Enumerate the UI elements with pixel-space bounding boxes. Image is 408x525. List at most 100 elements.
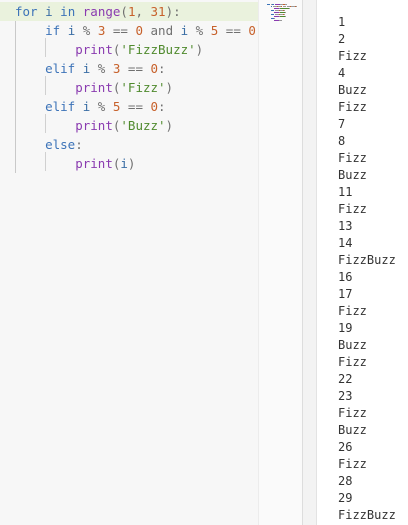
minimap-token bbox=[284, 14, 286, 15]
code-token: ) bbox=[195, 42, 204, 57]
code-token: % bbox=[90, 99, 113, 114]
output-line: Fizz bbox=[338, 100, 367, 114]
minimap-token bbox=[285, 12, 286, 13]
code-token: if bbox=[45, 23, 61, 38]
output-line: Buzz bbox=[338, 168, 367, 182]
code-token: == bbox=[105, 23, 136, 38]
code-token: print bbox=[75, 156, 113, 171]
output-line: 11 bbox=[338, 185, 353, 199]
code-line[interactable]: else: bbox=[0, 135, 83, 154]
output-line: 23 bbox=[338, 389, 353, 403]
code-token: 0 bbox=[150, 99, 159, 114]
code-token: in bbox=[60, 4, 76, 19]
output-line: Fizz bbox=[338, 406, 367, 420]
output-line: 2 bbox=[338, 32, 346, 46]
code-token: ( bbox=[120, 4, 128, 19]
code-token: 'FizzBuzz' bbox=[120, 42, 196, 57]
output-line: 4 bbox=[338, 66, 346, 80]
code-token: print bbox=[75, 80, 113, 95]
minimap-token bbox=[288, 8, 290, 9]
code-token: == bbox=[120, 61, 151, 76]
output-line: Fizz bbox=[338, 202, 367, 216]
code-line[interactable]: print('Buzz') bbox=[0, 116, 173, 135]
output-line: 19 bbox=[338, 321, 353, 335]
output-line: FizzBuzz bbox=[338, 253, 396, 267]
minimap-token bbox=[285, 4, 287, 5]
output-line: 17 bbox=[338, 287, 353, 301]
code-token: : bbox=[158, 99, 166, 114]
code-line[interactable]: elif i % 3 == 0: bbox=[0, 59, 166, 78]
code-token: % bbox=[75, 23, 98, 38]
output-line: 7 bbox=[338, 117, 346, 131]
minimap-token bbox=[267, 4, 270, 5]
code-token: print bbox=[75, 118, 113, 133]
output-line: Fizz bbox=[338, 49, 367, 63]
code-token: ) bbox=[127, 156, 136, 171]
output-line: Fizz bbox=[338, 457, 367, 471]
code-token: ) bbox=[165, 80, 174, 95]
code-token: : bbox=[158, 61, 166, 76]
output-list: 1 2 Fizz 4 Buzz Fizz 7 8 Fizz Buzz 11 Fizz 13 14 FizzB… bbox=[338, 14, 396, 524]
minimap-token bbox=[295, 6, 297, 7]
minimap-token bbox=[270, 14, 275, 15]
code-token: 31 bbox=[150, 4, 166, 19]
output-panel[interactable]: 1 2 Fizz 4 Buzz Fizz 7 8 Fizz Buzz 11 Fizz 13 14 FizzB… bbox=[316, 0, 408, 525]
editor-scrollbar[interactable] bbox=[302, 0, 317, 525]
code-token: 0 bbox=[150, 61, 159, 76]
output-line: 1 bbox=[338, 15, 346, 29]
code-token: and bbox=[150, 23, 174, 38]
code-line[interactable]: elif i % 5 == 0: bbox=[0, 97, 166, 116]
code-line[interactable]: print('Fizz') bbox=[0, 78, 173, 97]
code-token: 0 bbox=[248, 23, 256, 38]
output-line: 28 bbox=[338, 474, 353, 488]
code-token: 'Fizz' bbox=[120, 80, 166, 95]
minimap-token bbox=[283, 6, 286, 7]
minimap-token bbox=[270, 10, 275, 11]
code-token: elif bbox=[45, 99, 76, 114]
output-line: 22 bbox=[338, 372, 353, 386]
code-token: range bbox=[82, 4, 121, 19]
minimap-token bbox=[279, 8, 289, 9]
output-line: Fizz bbox=[338, 355, 367, 369]
code-token: 'Buzz' bbox=[120, 118, 166, 133]
minimap-token bbox=[285, 16, 286, 17]
minimap-token bbox=[270, 6, 273, 7]
code-token: 0 bbox=[135, 23, 143, 38]
code-token: % bbox=[188, 23, 211, 38]
output-line: 14 bbox=[338, 236, 353, 250]
code-token: i bbox=[45, 4, 53, 19]
code-token: i bbox=[120, 156, 128, 171]
code-line[interactable]: print('FizzBuzz') bbox=[0, 40, 203, 59]
code-token: == bbox=[218, 23, 249, 38]
output-line: FizzBuzz bbox=[338, 508, 396, 522]
output-line: Fizz bbox=[338, 304, 367, 318]
minimap-token bbox=[272, 4, 275, 5]
code-editor[interactable]: for i in range(1, 31): if i % 3 == 0 and… bbox=[0, 0, 258, 525]
code-token: == bbox=[120, 99, 151, 114]
output-line: Fizz bbox=[338, 151, 367, 165]
output-line: Buzz bbox=[338, 83, 367, 97]
minimap-token bbox=[280, 20, 282, 21]
output-line: Buzz bbox=[338, 338, 367, 352]
code-line[interactable]: for i in range(1, 31): bbox=[0, 2, 258, 21]
output-line: 13 bbox=[338, 219, 353, 233]
code-token: % bbox=[90, 61, 113, 76]
code-line[interactable]: if i % 3 == 0 and i % 5 == 0: bbox=[0, 21, 258, 40]
output-line: 26 bbox=[338, 440, 353, 454]
minimap[interactable] bbox=[258, 0, 303, 525]
output-line: Buzz bbox=[338, 423, 367, 437]
code-token: elif bbox=[45, 61, 76, 76]
code-line[interactable]: print(i) bbox=[0, 154, 135, 173]
